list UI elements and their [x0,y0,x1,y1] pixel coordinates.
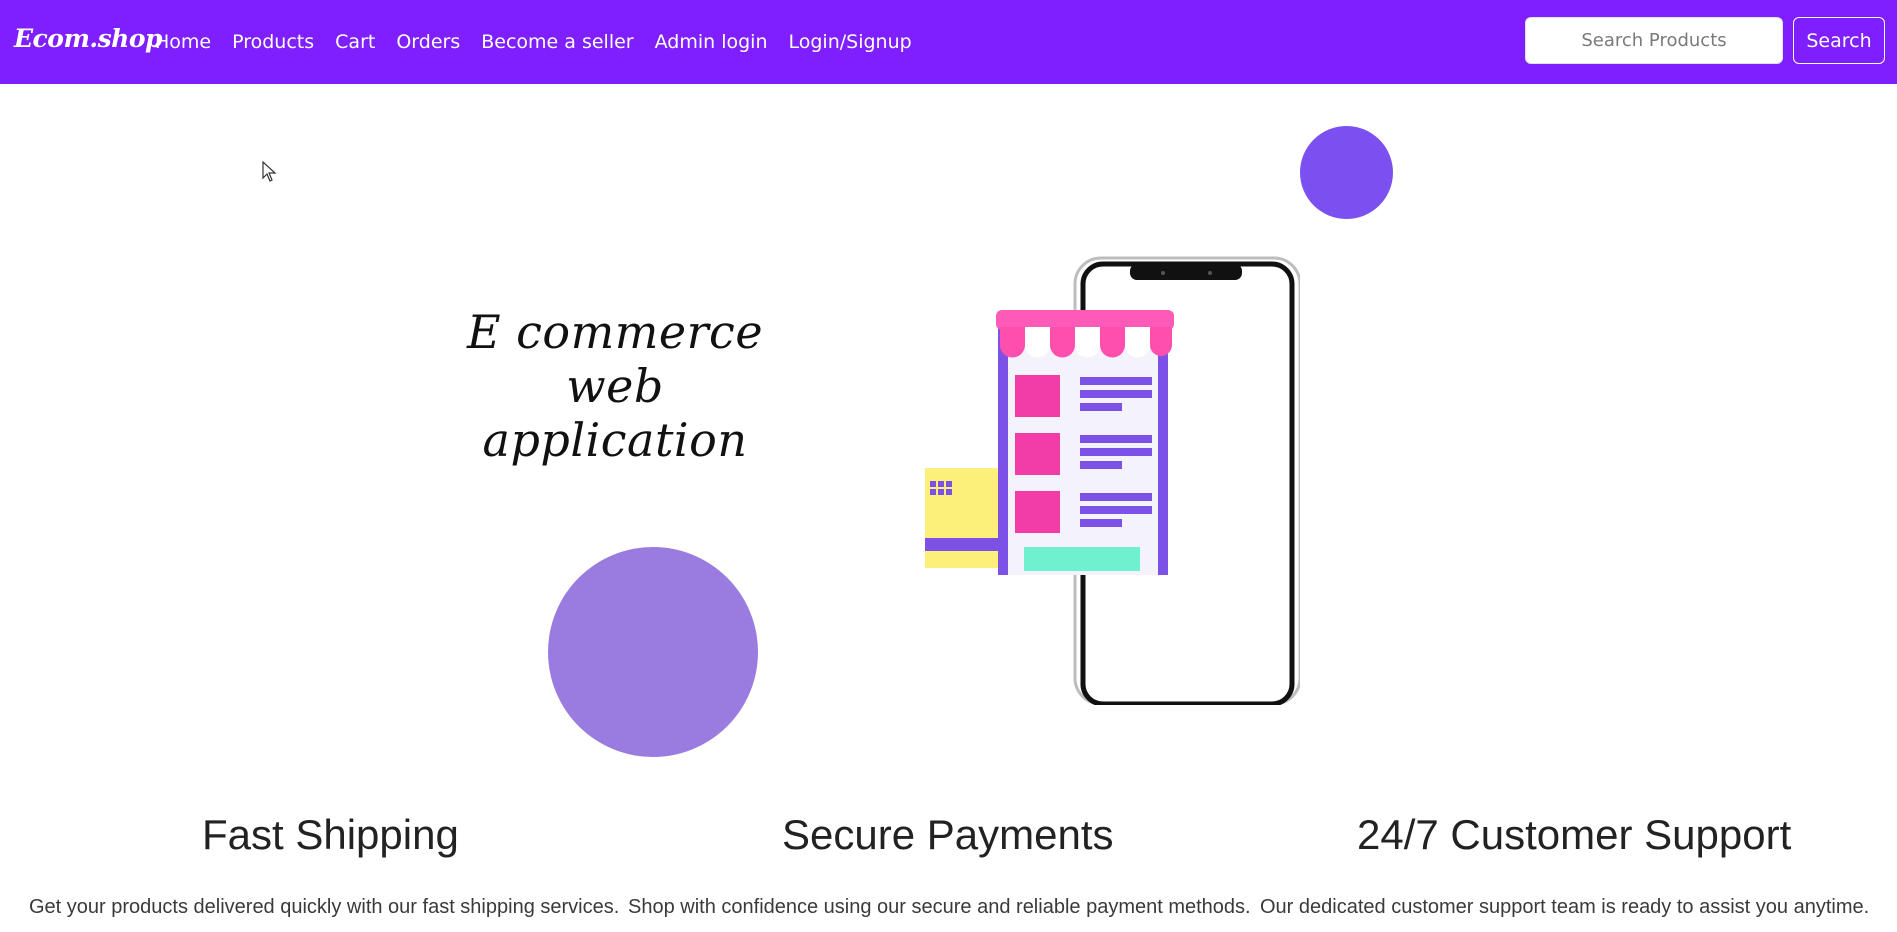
hero-title: E commerce web application [420,305,810,467]
search-input[interactable] [1525,17,1783,64]
feature-desc-customer-support: Our dedicated customer support team is r… [1260,896,1870,918]
nav-link-cart[interactable]: Cart [335,31,375,53]
brand-logo[interactable]: Ecom.shop [14,24,163,53]
feature-title-fast-shipping: Fast Shipping [202,811,459,858]
navbar: Ecom.shop Home Products Cart Orders Beco… [0,0,1897,84]
feature-desc-secure-payments: Shop with confidence using our secure an… [628,896,1251,918]
shop-on-phone-icon [925,256,1300,705]
mouse-cursor-icon [262,161,277,182]
nav-links: Home Products Cart Orders Become a selle… [155,0,933,84]
nav-link-products[interactable]: Products [232,31,314,53]
feature-desc-fast-shipping: Get your products delivered quickly with… [29,896,620,918]
decorative-circle-large [548,547,758,757]
nav-link-become-seller[interactable]: Become a seller [481,31,633,53]
hero-title-line-1: E commerce web [466,305,764,413]
nav-link-admin-login[interactable]: Admin login [655,31,768,53]
nav-link-home[interactable]: Home [155,31,211,53]
nav-link-login-signup[interactable]: Login/Signup [789,31,912,53]
search-button[interactable]: Search [1793,17,1885,64]
feature-title-secure-payments: Secure Payments [782,811,1114,858]
nav-link-orders[interactable]: Orders [396,31,460,53]
hero-title-line-2: application [482,413,748,467]
feature-title-customer-support: 24/7 Customer Support [1357,811,1792,858]
decorative-circle-small [1300,126,1393,219]
